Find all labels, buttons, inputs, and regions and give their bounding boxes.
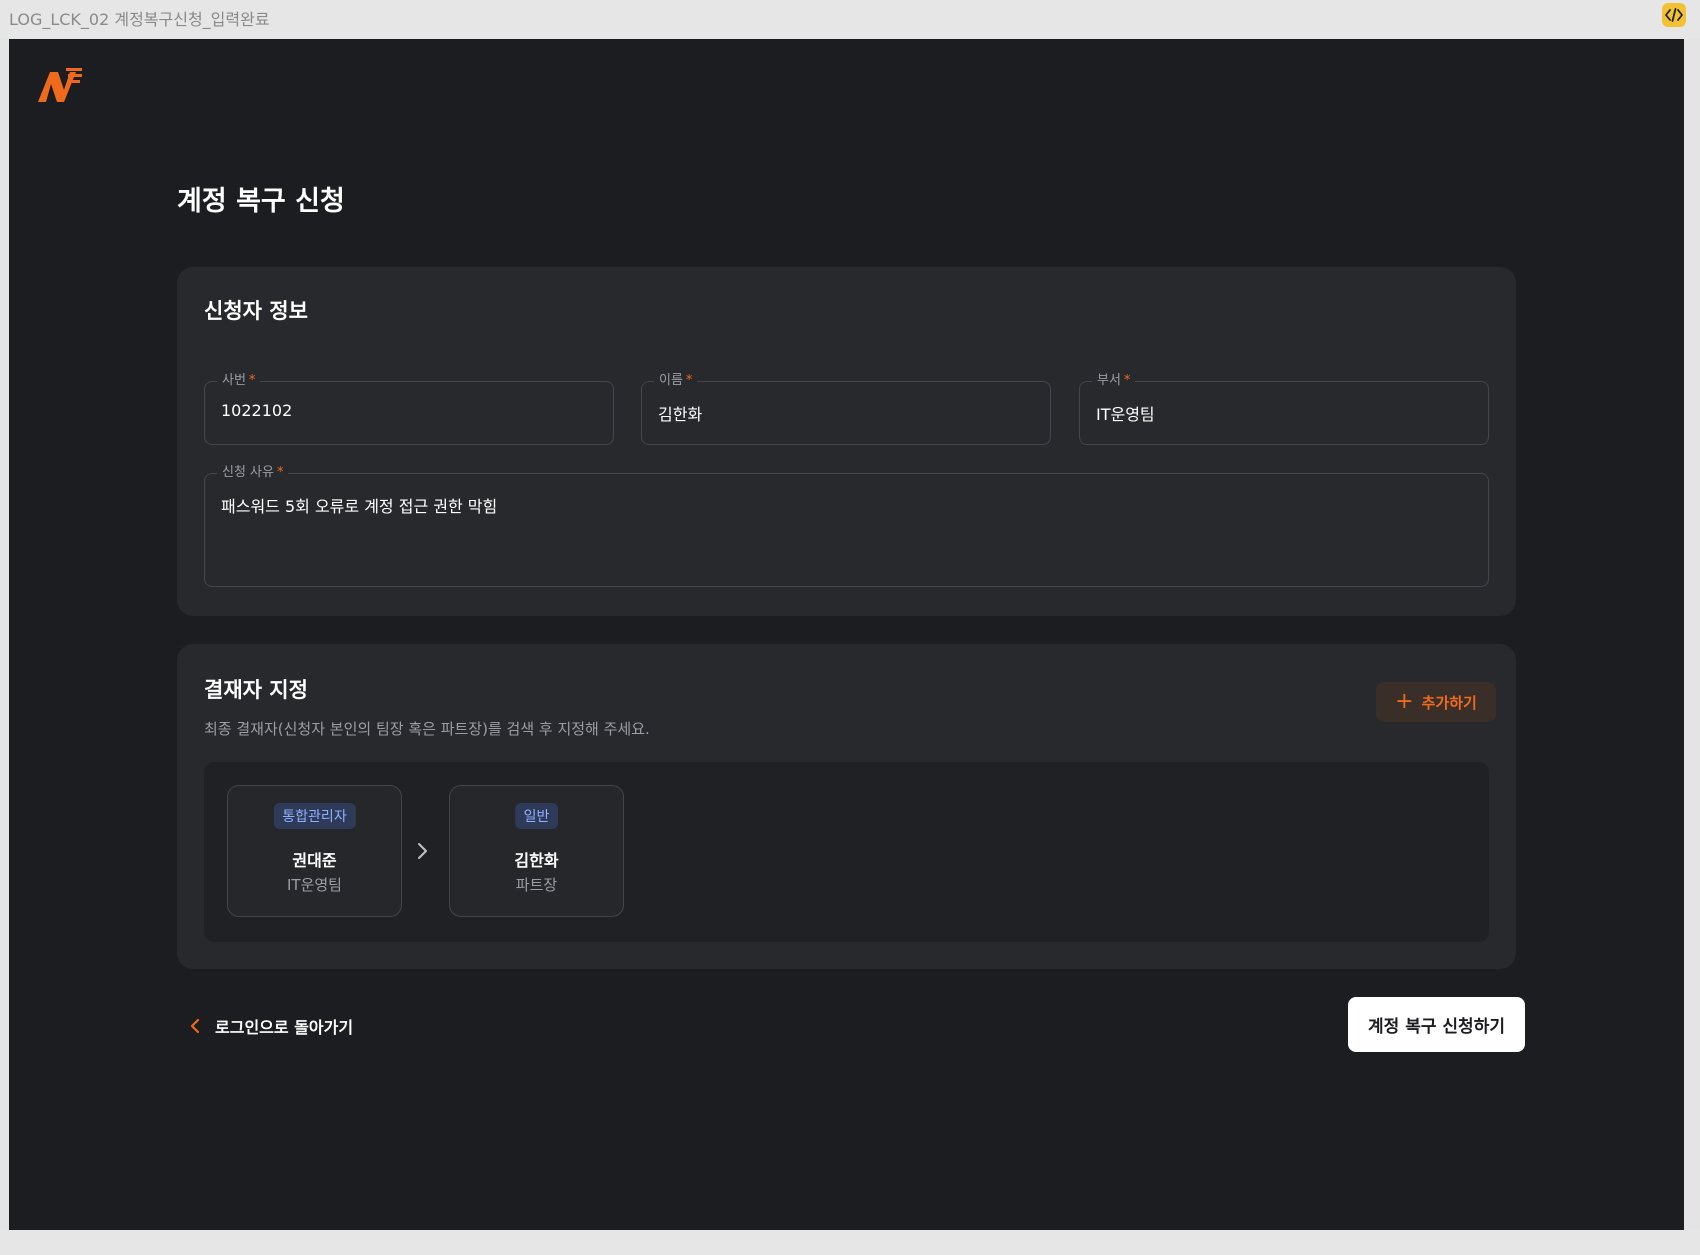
department-value: IT운영팀	[1096, 405, 1155, 424]
add-approver-button[interactable]: + 추가하기	[1376, 682, 1496, 722]
code-icon	[1665, 8, 1683, 22]
role-badge: 일반	[514, 803, 559, 829]
applicant-info-card: 신청자 정보 사번 * 1022102 이름 * 김한화 부서 * IT운영팀 신청 …	[177, 267, 1516, 616]
back-to-login-label: 로그인으로 돌아가기	[215, 1018, 354, 1037]
name-value: 김한화	[658, 405, 703, 424]
reason-label: 신청 사유 *	[217, 464, 289, 482]
reason-value: 패스워드 5회 오류로 계정 접근 권한 막힘	[221, 497, 498, 516]
approver-card: 결재자 지정 최종 결재자(신청자 본인의 팀장 혹은 파트장)를 검색 후 지…	[177, 644, 1516, 969]
frame-title-bar: LOG_LCK_02 계정복구신청_입력완료	[0, 0, 1700, 39]
approver-item[interactable]: 통합관리자 권대준 IT운영팀	[227, 785, 402, 917]
chevron-right-icon	[418, 843, 427, 859]
approver-section-title: 결재자 지정	[204, 678, 308, 702]
approver-chain: 통합관리자 권대준 IT운영팀 일반 김한화 파트장	[204, 762, 1489, 942]
plus-icon: +	[1395, 689, 1414, 714]
applicant-section-title: 신청자 정보	[204, 299, 308, 323]
employee-id-value: 1022102	[221, 401, 293, 420]
approver-description: 최종 결재자(신청자 본인의 팀장 혹은 파트장)를 검색 후 지정해 주세요.	[204, 720, 650, 738]
code-view-button[interactable]	[1662, 3, 1686, 27]
add-approver-label: 추가하기	[1421, 693, 1477, 712]
department-label: 부서 *	[1092, 372, 1136, 390]
approver-item[interactable]: 일반 김한화 파트장	[449, 785, 624, 917]
approver-name: 권대준	[292, 851, 337, 870]
frame-title: LOG_LCK_02 계정복구신청_입력완료	[9, 10, 270, 29]
back-to-login-link[interactable]: 로그인으로 돌아가기	[189, 1014, 353, 1038]
approver-dept: IT운영팀	[287, 876, 342, 894]
name-label: 이름 *	[654, 372, 698, 390]
brand-logo	[38, 68, 82, 102]
role-badge: 통합관리자	[273, 803, 356, 829]
department-field[interactable]: 부서 * IT운영팀	[1079, 372, 1489, 445]
employee-id-field[interactable]: 사번 * 1022102	[204, 372, 614, 445]
name-field[interactable]: 이름 * 김한화	[641, 372, 1051, 445]
page-title: 계정 복구 신청	[177, 186, 345, 217]
reason-textarea[interactable]: 신청 사유 * 패스워드 5회 오류로 계정 접근 권한 막힘	[204, 464, 1489, 587]
employee-id-label: 사번 *	[217, 372, 261, 390]
chevron-left-icon	[190, 1018, 200, 1034]
approver-dept: 파트장	[515, 876, 558, 894]
app-canvas: 계정 복구 신청 신청자 정보 사번 * 1022102 이름 * 김한화 부서 * …	[9, 39, 1684, 1230]
approver-name: 김한화	[514, 851, 559, 870]
submit-recovery-button[interactable]: 계정 복구 신청하기	[1348, 997, 1525, 1052]
frame-bottom-bar	[0, 1230, 1700, 1255]
